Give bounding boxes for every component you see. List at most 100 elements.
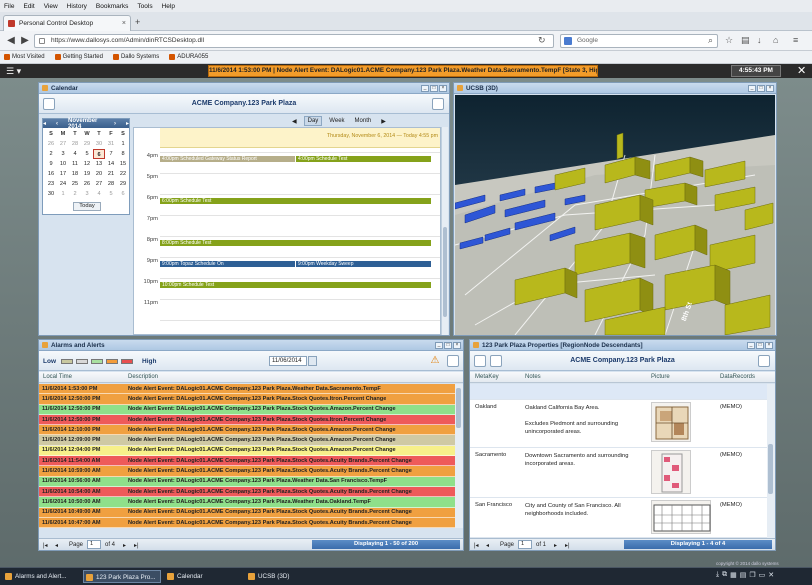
day-cell[interactable]: 12 — [81, 159, 93, 169]
first-page-icon[interactable]: |◂ — [474, 542, 479, 549]
properties-scrollbar[interactable] — [767, 384, 775, 538]
prev-page-icon[interactable]: ◂ — [55, 542, 58, 549]
day-cell[interactable]: 29 — [81, 139, 93, 149]
day-cell[interactable]: 26 — [81, 179, 93, 189]
day-cell[interactable]: 24 — [57, 179, 69, 189]
date-picker-icon[interactable] — [308, 356, 317, 366]
table-row[interactable]: 11/6/2014 10:56:00 AM Node Alert Event: D… — [39, 476, 455, 487]
close-icon[interactable]: × — [439, 84, 447, 92]
table-row[interactable]: 11/6/2014 10:49:00 AM Node Alert Event: D… — [39, 507, 455, 518]
table-row[interactable]: 11/6/2014 11:54:00 AM Node Alert Event: D… — [39, 456, 455, 467]
day-cell[interactable]: 31 — [105, 139, 117, 149]
table-row[interactable]: 11/6/2014 1:53:00 PM Node Alert Event: DA… — [39, 384, 455, 395]
day-cell[interactable]: 28 — [69, 139, 81, 149]
column-description[interactable]: Description — [128, 374, 158, 380]
refresh-icon[interactable] — [758, 355, 770, 367]
day-cell[interactable]: 11 — [69, 159, 81, 169]
browser-tab[interactable]: Personal Control Desktop × — [3, 15, 131, 31]
calendar-event[interactable]: 9:00pm Topaz Schedule On — [160, 261, 295, 267]
table-row[interactable]: 11/6/2014 12:50:00 PM Node Alert Event: D… — [39, 414, 455, 426]
day-cell[interactable]: 2 — [69, 189, 81, 199]
scroll-thumb[interactable] — [768, 444, 773, 494]
day-cell[interactable]: 27 — [57, 139, 69, 149]
day-cell[interactable]: 17 — [57, 169, 69, 179]
close-icon[interactable]: ✕ — [797, 64, 806, 77]
day-cell[interactable]: 18 — [69, 169, 81, 179]
table-row[interactable]: 11/6/2014 10:50:00 AM Node Alert Event: D… — [39, 497, 455, 508]
severity-swatch[interactable] — [91, 359, 103, 364]
tab-day[interactable]: Day — [303, 116, 323, 126]
maximize-icon[interactable]: □ — [444, 341, 452, 349]
day-cell[interactable]: 14 — [105, 159, 117, 169]
day-cell[interactable]: 4 — [69, 149, 81, 159]
home-icon[interactable]: ⌂ — [773, 35, 778, 45]
task-alarms[interactable]: Alarms and Alert... — [3, 570, 79, 583]
calendar-event[interactable]: 4:00pm Scheduled Gateway Status Report — [160, 156, 295, 162]
calendar-event[interactable]: 10:00pm Schedule Test — [160, 282, 431, 288]
last-page-icon[interactable]: ▸| — [134, 542, 139, 549]
floorplan-thumbnail[interactable] — [651, 450, 691, 494]
app-menu-icon[interactable]: ☰ ▾ — [6, 66, 21, 77]
bookmark-most-visited[interactable]: Most Visited — [4, 54, 45, 60]
close-icon[interactable]: × — [765, 341, 773, 349]
column-picture[interactable]: Picture — [651, 374, 670, 380]
reload-icon[interactable]: ↻ — [538, 35, 546, 46]
column-datarecords[interactable]: DataRecords — [720, 374, 755, 380]
day-cell[interactable]: 13 — [93, 159, 105, 169]
maximize-icon[interactable]: □ — [757, 84, 765, 92]
scroll-thumb[interactable] — [443, 227, 447, 317]
minimize-icon[interactable]: _ — [435, 341, 443, 349]
alert-banner[interactable]: 11/6/2014 1:53:00 PM | Node Alert Event:… — [208, 65, 598, 77]
refresh-icon[interactable] — [447, 355, 459, 367]
scroll-thumb[interactable] — [456, 388, 461, 428]
day-cell[interactable]: 19 — [81, 169, 93, 179]
calendar-event[interactable]: 6:00pm Schedule Test — [160, 198, 431, 204]
calendar-event[interactable]: 4:00pm Schedule Test — [296, 156, 431, 162]
prev-page-icon[interactable]: ◂ — [486, 542, 489, 549]
next-page-icon[interactable]: ▸ — [554, 542, 557, 549]
table-row[interactable]: San Francisco City and County of San Fra… — [470, 498, 767, 538]
new-tab-button[interactable]: + — [135, 17, 140, 27]
day-cell[interactable]: 26 — [45, 139, 57, 149]
next-page-icon[interactable]: ▸ — [123, 542, 126, 549]
table-row[interactable]: 11/6/2014 12:10:00 PM Node Alert Event: D… — [39, 425, 455, 436]
download-icon[interactable]: ↓ — [757, 35, 762, 45]
menu-help[interactable]: Help — [162, 3, 175, 10]
table-row[interactable]: 11/6/2014 12:04:00 PM Node Alert Event: D… — [39, 445, 455, 457]
day-cell[interactable]: 23 — [45, 179, 57, 189]
floorplan-thumbnail[interactable] — [651, 402, 691, 442]
severity-swatch[interactable] — [121, 359, 133, 364]
day-cell[interactable]: 27 — [93, 179, 105, 189]
day-cell[interactable]: 5 — [105, 189, 117, 199]
tile-icon[interactable]: ▦ — [730, 571, 737, 579]
table-row[interactable]: Sacramento Downtown Sacramento and surro… — [470, 448, 767, 498]
warning-icon[interactable]: ⚠ — [429, 355, 441, 367]
page-number-input[interactable]: 1 — [87, 540, 101, 549]
tab-week[interactable]: Week — [326, 117, 347, 125]
day-cell[interactable]: 20 — [93, 169, 105, 179]
severity-swatch[interactable] — [106, 359, 118, 364]
day-cell[interactable]: 30 — [93, 139, 105, 149]
close-all-icon[interactable]: ✕ — [768, 571, 774, 579]
day-cell[interactable]: 3 — [81, 189, 93, 199]
forward-icon[interactable]: ▶ — [19, 34, 31, 48]
prev-day-icon[interactable]: ◀ — [289, 117, 300, 126]
minimize-all-icon[interactable]: ▭ — [759, 571, 766, 579]
day-cell[interactable]: 22 — [117, 169, 129, 179]
day-cell[interactable]: 1 — [117, 139, 129, 149]
table-row[interactable]: 11/6/2014 12:50:00 PM Node Alert Event: D… — [39, 394, 455, 405]
alarms-titlebar[interactable]: Alarms and Alerts _ □ × — [39, 340, 463, 351]
menu-edit[interactable]: Edit — [23, 3, 34, 10]
menu-file[interactable]: File — [4, 3, 14, 10]
table-row[interactable]: 11/6/2014 12:09:00 PM Node Alert Event: D… — [39, 435, 455, 446]
first-page-icon[interactable]: |◂ — [43, 542, 48, 549]
day-cell[interactable]: 15 — [117, 159, 129, 169]
datarecords-cell[interactable]: (MEMO) — [720, 502, 742, 508]
page-number-input[interactable]: 1 — [518, 540, 532, 549]
day-cell[interactable]: 2 — [45, 149, 57, 159]
last-page-icon[interactable]: ▸| — [565, 542, 570, 549]
maximize-icon[interactable]: □ — [430, 84, 438, 92]
day-cell[interactable]: 5 — [81, 149, 93, 159]
calendar-event[interactable]: 8:00pm Schedule Test — [160, 240, 431, 246]
day-cell[interactable]: 10 — [57, 159, 69, 169]
